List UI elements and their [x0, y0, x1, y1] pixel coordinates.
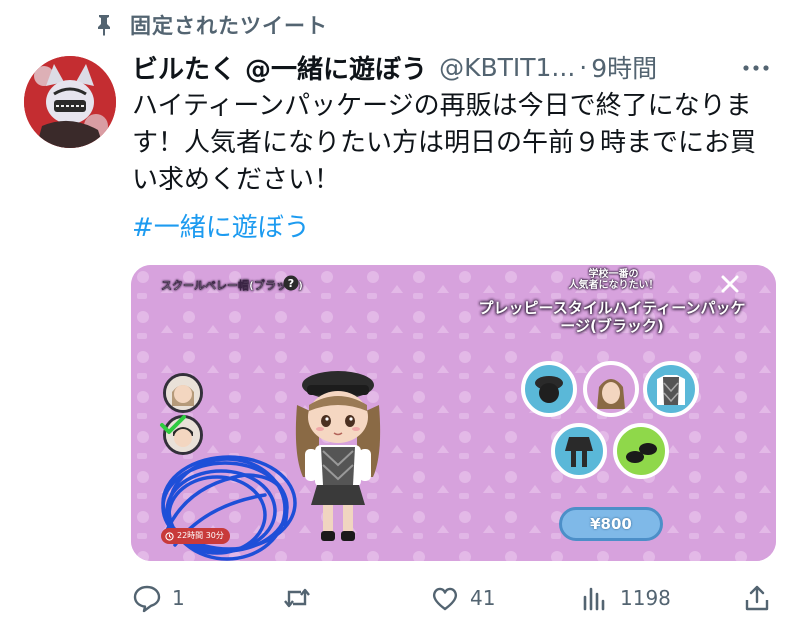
item-shoes[interactable]	[613, 423, 669, 479]
hashtag-link[interactable]: #一緒に遊ぼう	[132, 210, 310, 247]
tweet-time[interactable]: 9時間	[591, 49, 657, 85]
reply-button[interactable]: 1	[132, 578, 185, 618]
clock-icon	[165, 531, 174, 541]
svg-text:?: ?	[288, 277, 294, 290]
share-button[interactable]	[742, 578, 772, 618]
user-handle[interactable]: @KBTIT1...	[439, 53, 575, 82]
tweet-media-image[interactable]: スクールベレー帽(ブラック) ? 学校一番の 人気者になりたい！ プレッピースタ…	[131, 265, 776, 561]
face-option-1[interactable]	[163, 373, 203, 413]
views-count: 1198	[620, 586, 671, 610]
separator-dot: ·	[579, 52, 588, 82]
purchase-price-button[interactable]: ¥800	[559, 507, 663, 541]
tweet-action-bar: 1 41 1198	[132, 578, 776, 618]
like-count: 41	[470, 586, 496, 610]
views-button[interactable]: 1198	[580, 578, 671, 618]
display-name[interactable]: ビルたく @一緒に遊ぼう	[132, 49, 427, 86]
item-name-label: スクールベレー帽(ブラック)	[161, 279, 304, 292]
like-button[interactable]: 41	[430, 578, 495, 618]
avatar[interactable]	[24, 56, 116, 148]
timer-badge: 22時間 30分	[161, 528, 230, 544]
promo-subtitle: 学校一番の 人気者になりたい！	[568, 269, 659, 291]
avatar-character	[295, 371, 381, 541]
retweet-icon	[284, 588, 310, 608]
pinned-label: 固定されたツイート	[130, 14, 328, 38]
timer-text: 22時間 30分	[177, 531, 224, 540]
heart-icon	[432, 587, 458, 611]
share-icon	[745, 585, 769, 611]
tweet-text: ハイティーンパッケージの再販は今日で終了になります！人気者になりたい方は明日の午…	[132, 91, 757, 195]
item-beret[interactable]	[521, 361, 577, 417]
reply-icon	[133, 585, 161, 613]
pinned-indicator: 固定されたツイート	[92, 10, 328, 40]
help-icon[interactable]: ?	[283, 275, 299, 291]
retweet-button[interactable]	[282, 578, 312, 618]
item-hair[interactable]	[583, 361, 639, 417]
reply-count: 1	[172, 586, 185, 610]
tweet-header: ビルたく @一緒に遊ぼう @KBTIT1... · 9時間	[132, 48, 772, 86]
item-top[interactable]	[643, 361, 699, 417]
checkmark-icon	[160, 415, 186, 434]
more-options-icon[interactable]	[740, 56, 772, 80]
pin-icon	[98, 15, 110, 36]
item-skirt[interactable]	[551, 423, 607, 479]
promo-title: プレッピースタイルハイティーンパッケージ(ブラック)	[478, 299, 746, 335]
views-icon	[583, 587, 605, 611]
close-icon[interactable]	[719, 273, 741, 295]
